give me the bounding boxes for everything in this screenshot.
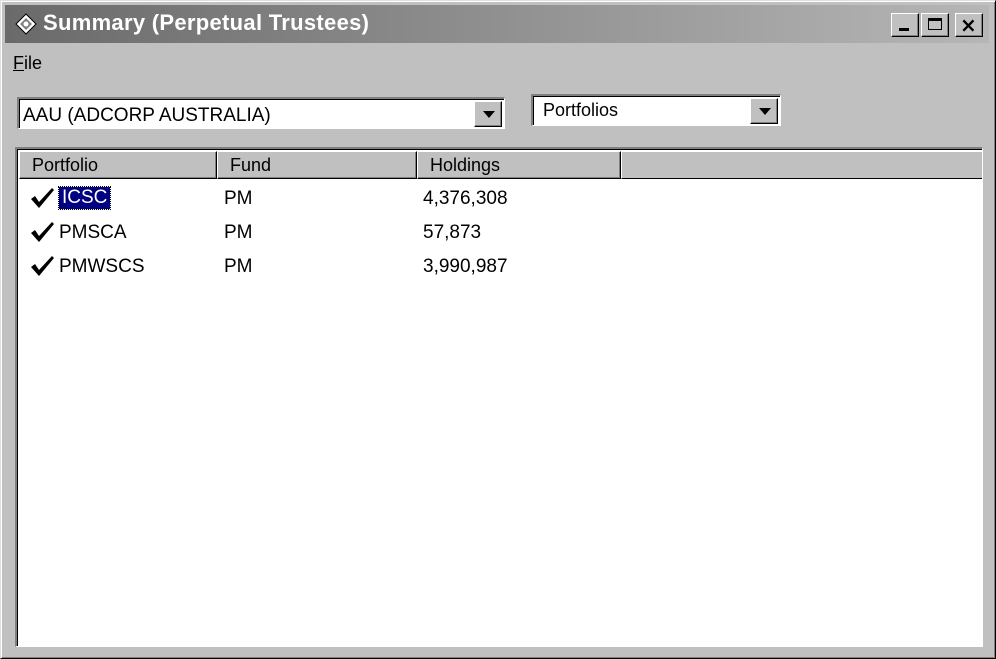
list-header: Portfolio Fund Holdings — [19, 151, 982, 179]
summary-window: Summary (Perpetual Trustees) × File AAU … — [0, 0, 996, 659]
close-button[interactable]: × — [955, 13, 983, 37]
column-header-filler — [621, 151, 982, 179]
app-icon — [15, 13, 37, 35]
column-header-portfolio[interactable]: Portfolio — [19, 151, 217, 179]
cell-portfolio: ICSC — [57, 186, 112, 210]
minimize-button[interactable] — [891, 13, 919, 37]
chevron-down-icon — [483, 111, 495, 118]
caption-buttons: × — [891, 13, 983, 39]
checkmark-icon — [31, 222, 54, 242]
cell-portfolio: PMWSCS — [59, 256, 145, 277]
chevron-down-icon — [759, 108, 771, 115]
view-select[interactable]: Portfolios — [531, 94, 781, 126]
menu-file-label-rest: ile — [24, 53, 43, 73]
close-icon: × — [960, 13, 977, 37]
column-header-fund[interactable]: Fund — [217, 151, 417, 179]
table-row[interactable]: PMWSCS PM 3,990,987 — [19, 251, 919, 283]
minimize-icon — [899, 28, 909, 31]
cell-holdings: 3,990,987 — [423, 256, 508, 277]
cell-holdings: 57,873 — [423, 222, 482, 243]
window-title: Summary (Perpetual Trustees) — [43, 10, 370, 35]
menu-bar: File — [5, 45, 989, 81]
table-row[interactable]: PMSCA PM 57,873 — [19, 217, 919, 249]
client-select[interactable]: AAU (ADCORP AUSTRALIA) — [17, 97, 505, 129]
checkmark-icon — [31, 188, 54, 208]
cell-fund: PM — [224, 222, 253, 243]
client-select-value: AAU (ADCORP AUSTRALIA) — [23, 105, 271, 126]
view-select-dropdown-button[interactable] — [750, 98, 778, 124]
title-bar[interactable]: Summary (Perpetual Trustees) × — [5, 5, 989, 43]
portfolio-list[interactable]: Portfolio Fund Holdings ICSC PM 4,376,30… — [15, 147, 983, 647]
cell-portfolio: PMSCA — [59, 222, 127, 243]
cell-fund: PM — [224, 188, 253, 209]
menu-file-mnemonic: F — [13, 53, 24, 73]
maximize-button[interactable] — [921, 13, 949, 37]
menu-file[interactable]: File — [13, 53, 42, 74]
view-select-value: Portfolios — [543, 100, 619, 120]
cell-holdings: 4,376,308 — [423, 188, 508, 209]
table-row[interactable]: ICSC PM 4,376,308 — [19, 183, 919, 215]
client-select-dropdown-button[interactable] — [474, 101, 502, 127]
maximize-icon — [928, 18, 942, 30]
cell-fund: PM — [224, 256, 253, 277]
checkmark-icon — [31, 256, 54, 276]
column-header-holdings[interactable]: Holdings — [417, 151, 621, 179]
